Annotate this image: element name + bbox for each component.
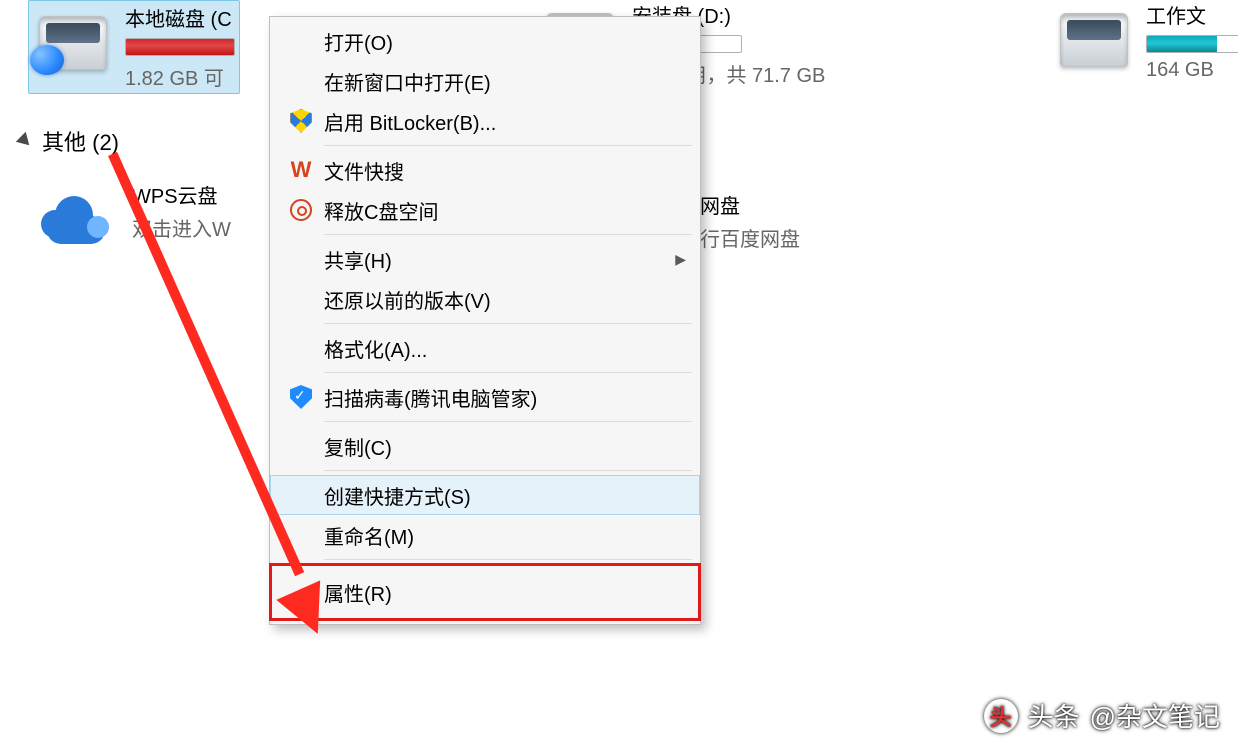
menu-separator xyxy=(324,372,692,373)
drive-info: 本地磁盘 (C 1.82 GB 可 xyxy=(125,3,235,91)
menu-label: 还原以前的版本(V) xyxy=(324,285,686,314)
item-wps-cloud[interactable]: WPS云盘 双击进入W xyxy=(36,180,231,260)
item-subtitle: 行百度网盘 xyxy=(700,223,800,252)
tencent-shield-icon xyxy=(290,385,312,409)
menu-label: 重命名(M) xyxy=(324,521,686,550)
menu-copy[interactable]: 复制(C) xyxy=(270,426,700,466)
drive-usage-bar xyxy=(125,38,235,56)
item-subtitle: 双击进入W xyxy=(132,213,231,242)
wps-cloud-icon xyxy=(36,180,116,260)
item-text: WPS云盘 双击进入W xyxy=(132,180,231,242)
menu-separator xyxy=(324,421,692,422)
shield-icon xyxy=(290,109,312,133)
wps-icon: W xyxy=(290,159,312,181)
menu-label: 格式化(A)... xyxy=(324,334,686,363)
menu-separator xyxy=(324,234,692,235)
context-menu: 打开(O) 在新窗口中打开(E) 启用 BitLocker(B)... W 文件… xyxy=(269,16,701,625)
submenu-arrow-icon: ▶ xyxy=(675,251,686,268)
menu-separator xyxy=(324,470,692,471)
section-others[interactable]: 其他 (2) xyxy=(18,125,119,157)
menu-label: 释放C盘空间 xyxy=(324,196,686,225)
menu-label: 创建快捷方式(S) xyxy=(324,481,686,510)
item-text: 网盘 行百度网盘 xyxy=(700,190,800,252)
menu-file-quick-search[interactable]: W 文件快搜 xyxy=(270,150,700,190)
menu-label: 复制(C) xyxy=(324,432,686,461)
menu-scan-virus[interactable]: 扫描病毒(腾讯电脑管家) xyxy=(270,377,700,417)
menu-open[interactable]: 打开(O) xyxy=(270,21,700,61)
menu-label: 在新窗口中打开(E) xyxy=(324,67,686,96)
menu-label: 属性(R) xyxy=(324,578,686,607)
watermark-prefix: 头条 xyxy=(1028,697,1080,734)
menu-label: 打开(O) xyxy=(324,27,686,56)
menu-open-new-window[interactable]: 在新窗口中打开(E) xyxy=(270,61,700,101)
menu-label: 文件快搜 xyxy=(324,156,686,185)
menu-restore-version[interactable]: 还原以前的版本(V) xyxy=(270,279,700,319)
menu-create-shortcut[interactable]: 创建快捷方式(S) xyxy=(270,475,700,515)
menu-bitlocker[interactable]: 启用 BitLocker(B)... xyxy=(270,101,700,141)
menu-free-c-space[interactable]: 释放C盘空间 xyxy=(270,190,700,230)
menu-label: 扫描病毒(腾讯电脑管家) xyxy=(324,383,686,412)
drive-c[interactable]: 本地磁盘 (C 1.82 GB 可 xyxy=(28,0,240,94)
item-baidu-netdisk[interactable]: 网盘 行百度网盘 xyxy=(700,190,800,252)
item-title: 网盘 xyxy=(700,190,800,219)
drive-info: 工作文 164 GB xyxy=(1146,0,1238,82)
drive-work[interactable]: 工作文 164 GB xyxy=(1054,0,1238,82)
drive-stats: 1.82 GB 可 xyxy=(125,62,235,91)
drive-stats: 164 GB xyxy=(1146,59,1238,82)
hard-disk-icon xyxy=(33,3,113,83)
toutiao-logo-icon: 头 xyxy=(984,699,1018,733)
section-title: 其他 (2) xyxy=(42,125,119,157)
menu-label: 共享(H) xyxy=(324,245,675,274)
menu-separator xyxy=(324,559,692,560)
drive-name: 工作文 xyxy=(1146,0,1238,29)
menu-share[interactable]: 共享(H) ▶ xyxy=(270,239,700,279)
watermark: 头 头条 @杂文笔记 xyxy=(984,697,1220,734)
menu-separator xyxy=(324,145,692,146)
menu-label: 启用 BitLocker(B)... xyxy=(324,107,686,136)
expand-triangle-icon xyxy=(16,132,34,150)
disk-clean-icon xyxy=(290,199,312,221)
menu-separator xyxy=(324,323,692,324)
drive-usage-bar xyxy=(1146,35,1238,53)
watermark-author: @杂文笔记 xyxy=(1090,697,1220,734)
item-title: WPS云盘 xyxy=(132,180,231,209)
drive-name: 本地磁盘 (C xyxy=(125,3,235,32)
menu-rename[interactable]: 重命名(M) xyxy=(270,515,700,555)
hard-disk-icon xyxy=(1054,0,1134,80)
menu-format[interactable]: 格式化(A)... xyxy=(270,328,700,368)
menu-properties[interactable]: 属性(R) xyxy=(270,564,700,620)
